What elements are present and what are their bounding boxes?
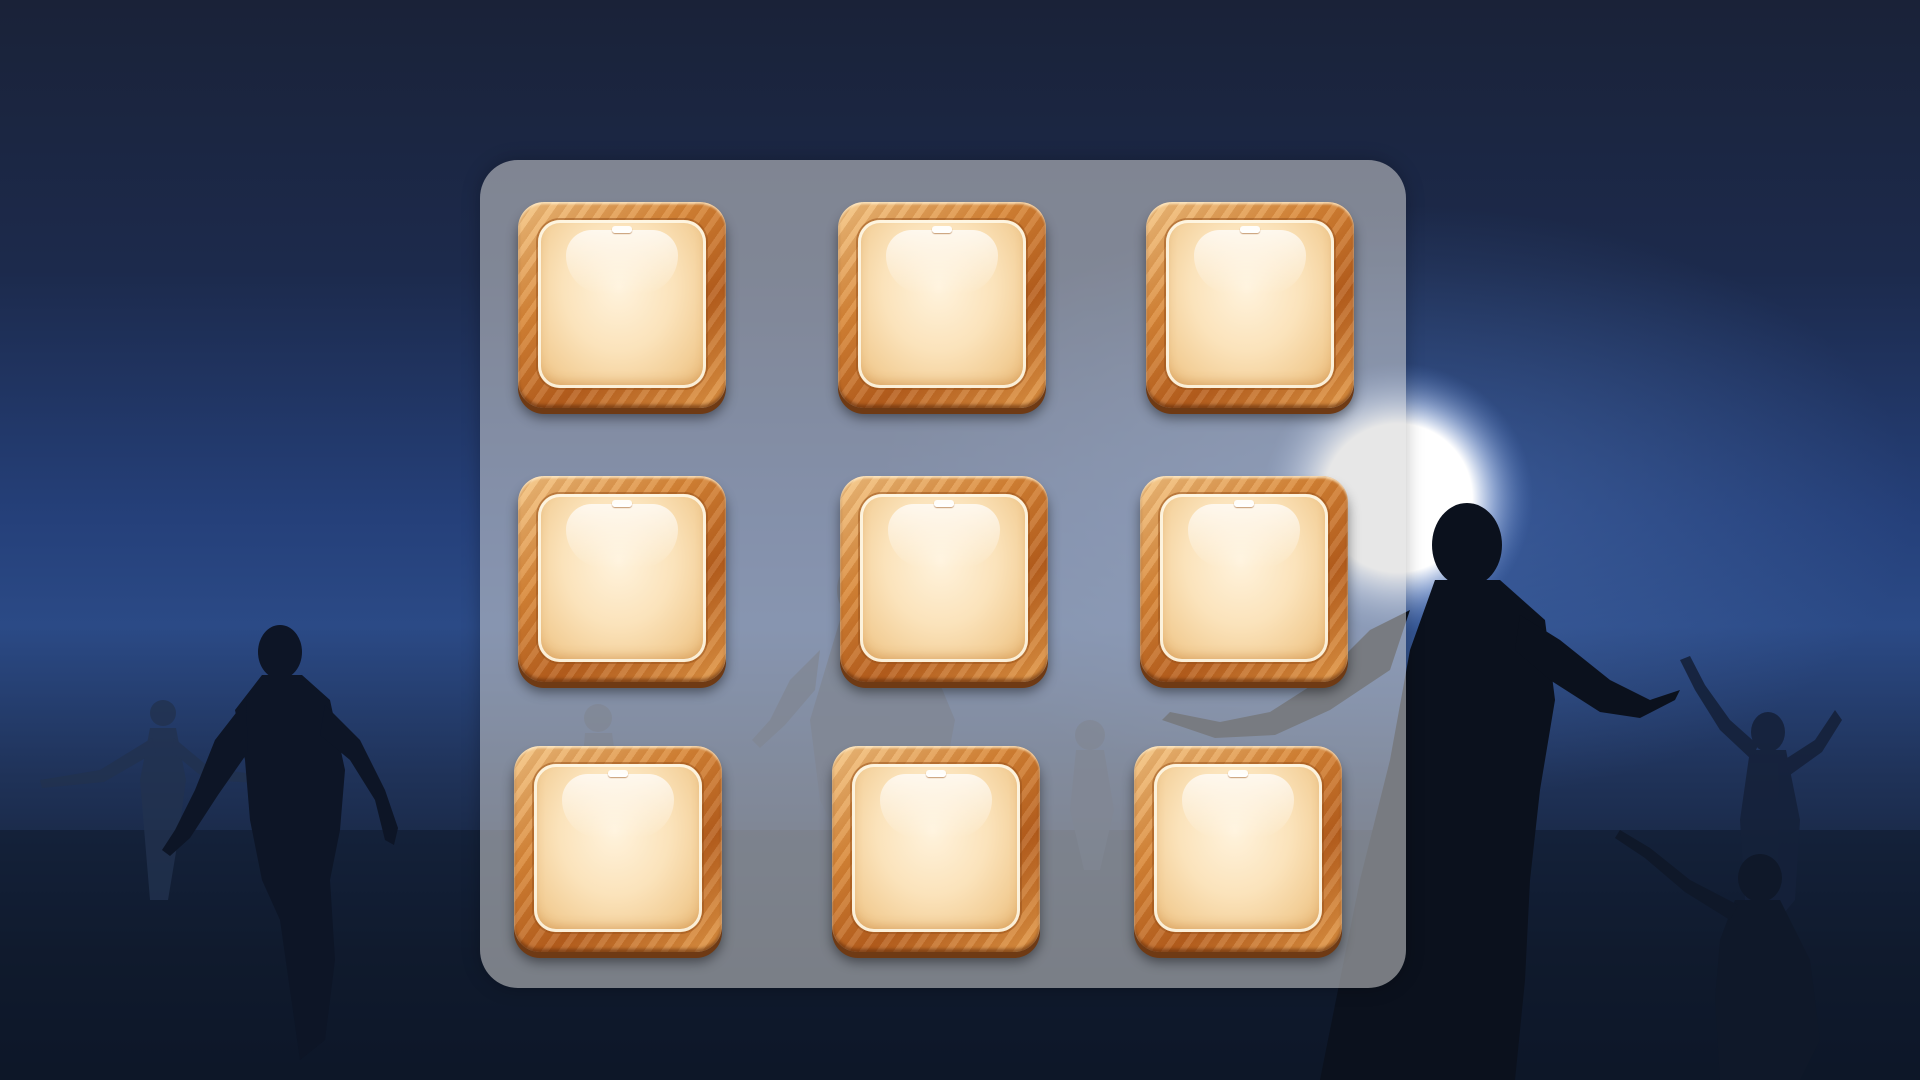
card-shine: [888, 504, 1000, 568]
card-shine: [566, 504, 678, 568]
card-shine: [562, 774, 674, 838]
card-face: [534, 764, 702, 932]
card-face: [538, 220, 706, 388]
card-tile-r2c2[interactable]: [840, 476, 1048, 682]
card-shine: [880, 774, 992, 838]
card-notch: [1234, 500, 1254, 507]
card-tile-r3c1[interactable]: [514, 746, 722, 952]
card-shine: [886, 230, 998, 294]
card-notch: [1240, 226, 1260, 233]
card-tile-r3c2[interactable]: [832, 746, 1040, 952]
card-face: [538, 494, 706, 662]
card-face: [852, 764, 1020, 932]
board-panel: [480, 160, 1406, 988]
card-face: [1166, 220, 1334, 388]
card-notch: [612, 500, 632, 507]
card-notch: [612, 226, 632, 233]
card-shine: [566, 230, 678, 294]
card-tile-r1c1[interactable]: [518, 202, 726, 408]
card-notch: [926, 770, 946, 777]
card-notch: [932, 226, 952, 233]
card-shine: [1182, 774, 1294, 838]
card-notch: [934, 500, 954, 507]
card-tile-r1c3[interactable]: [1146, 202, 1354, 408]
card-notch: [608, 770, 628, 777]
card-shine: [1194, 230, 1306, 294]
card-face: [858, 220, 1026, 388]
card-face: [1154, 764, 1322, 932]
card-shine: [1188, 504, 1300, 568]
card-face: [860, 494, 1028, 662]
card-notch: [1228, 770, 1248, 777]
card-tile-r1c2[interactable]: [838, 202, 1046, 408]
card-tile-r3c3[interactable]: [1134, 746, 1342, 952]
card-tile-r2c3[interactable]: [1140, 476, 1348, 682]
card-tile-r2c1[interactable]: [518, 476, 726, 682]
card-face: [1160, 494, 1328, 662]
game-scene: [0, 0, 1920, 1080]
